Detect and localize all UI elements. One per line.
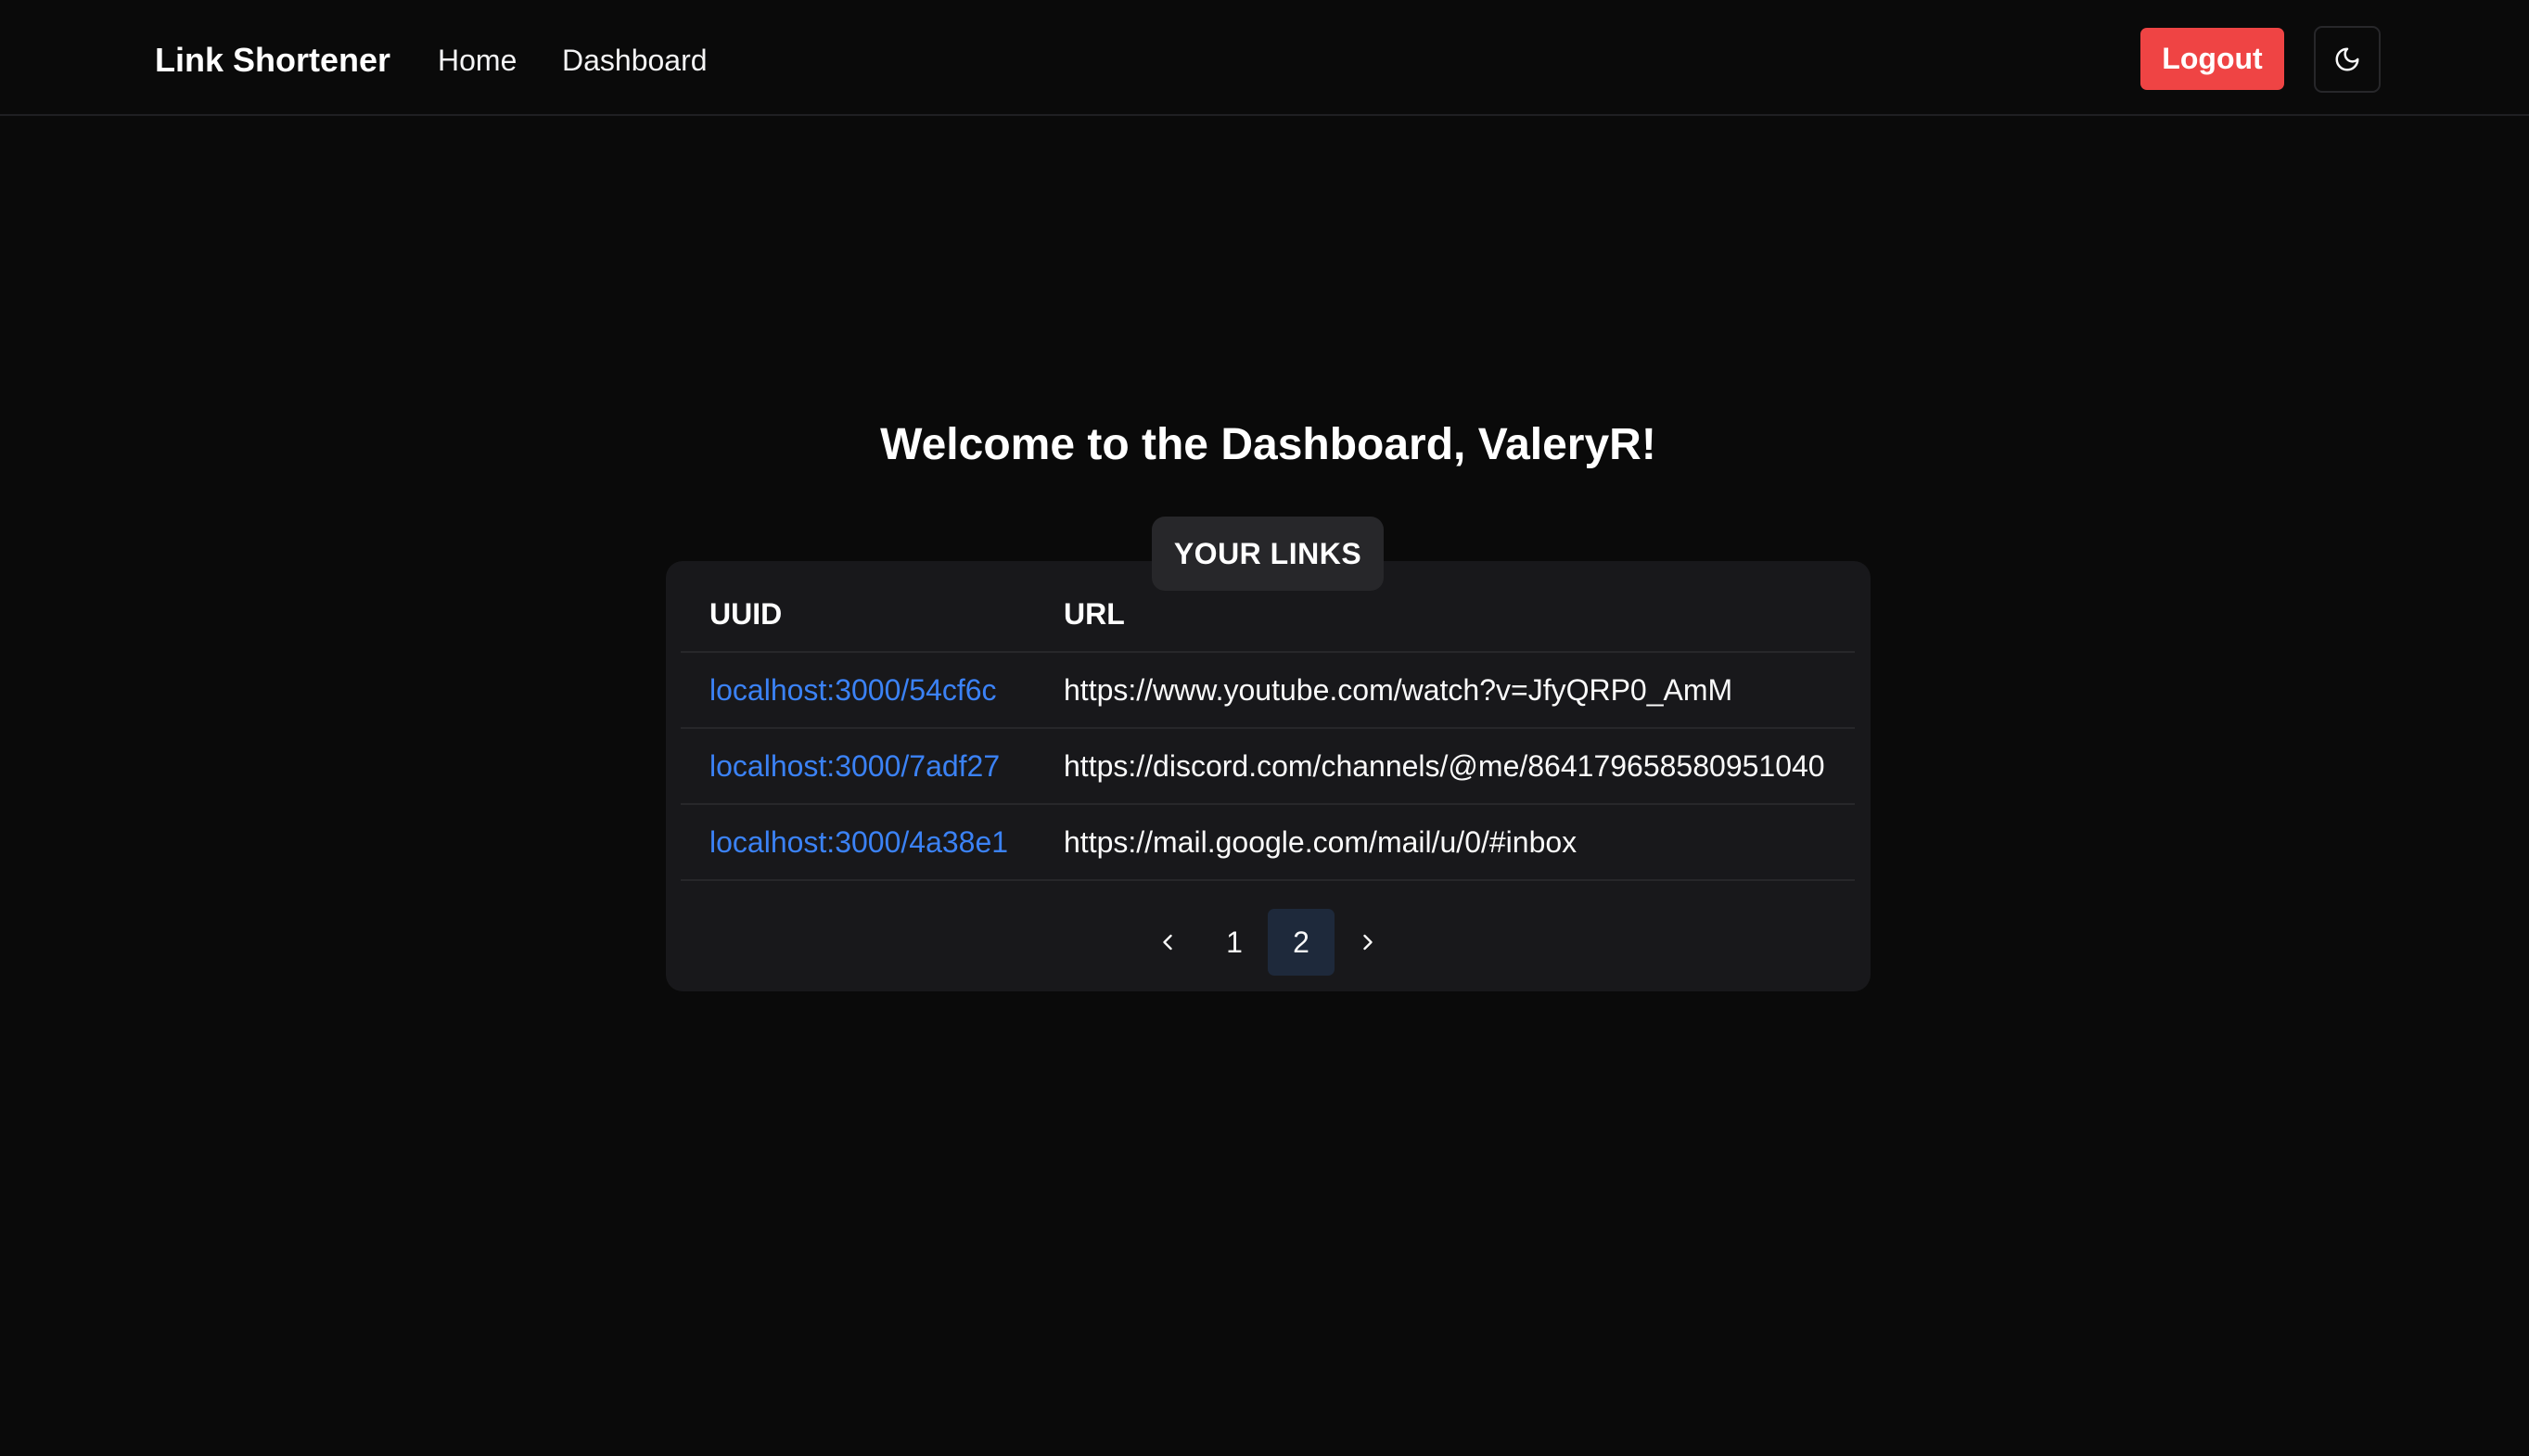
table-row: localhost:3000/54cf6c https://www.youtub… [681, 653, 1855, 727]
original-url: https://mail.google.com/mail/u/0/#inbox [1064, 825, 1577, 859]
chevron-left-icon [1163, 934, 1172, 951]
moon-icon [2335, 47, 2359, 71]
links-card-title: YOUR LINKS [1152, 517, 1384, 591]
nav-home-link[interactable]: Home [438, 37, 517, 83]
short-link[interactable]: localhost:3000/54cf6c [709, 670, 997, 710]
table-row: localhost:3000/7adf27 https://discord.co… [681, 729, 1855, 803]
theme-toggle-button[interactable] [2314, 26, 2381, 93]
navbar: Link Shortener Home Dashboard Logout [0, 0, 2529, 116]
page-1-button[interactable]: 1 [1201, 909, 1268, 976]
next-page-button[interactable] [1335, 909, 1401, 976]
short-link[interactable]: localhost:3000/4a38e1 [709, 822, 1008, 862]
page-title: Welcome to the Dashboard, ValeryR! [880, 420, 1656, 469]
page-2-button[interactable]: 2 [1268, 909, 1335, 976]
column-header-uuid: UUID [709, 597, 783, 631]
original-url: https://discord.com/channels/@me/8641796… [1064, 749, 1825, 783]
original-url: https://www.youtube.com/watch?v=JfyQRP0_… [1064, 673, 1733, 707]
chevron-right-icon [1363, 934, 1373, 951]
short-link[interactable]: localhost:3000/7adf27 [709, 746, 1000, 786]
table-divider [681, 879, 1855, 881]
brand-title[interactable]: Link Shortener [155, 37, 390, 83]
previous-page-button[interactable] [1134, 909, 1201, 976]
table-row: localhost:3000/4a38e1 https://mail.googl… [681, 805, 1855, 879]
column-header-url: URL [1064, 597, 1125, 631]
logout-button[interactable]: Logout [2140, 28, 2284, 90]
nav-dashboard-link[interactable]: Dashboard [562, 37, 708, 83]
